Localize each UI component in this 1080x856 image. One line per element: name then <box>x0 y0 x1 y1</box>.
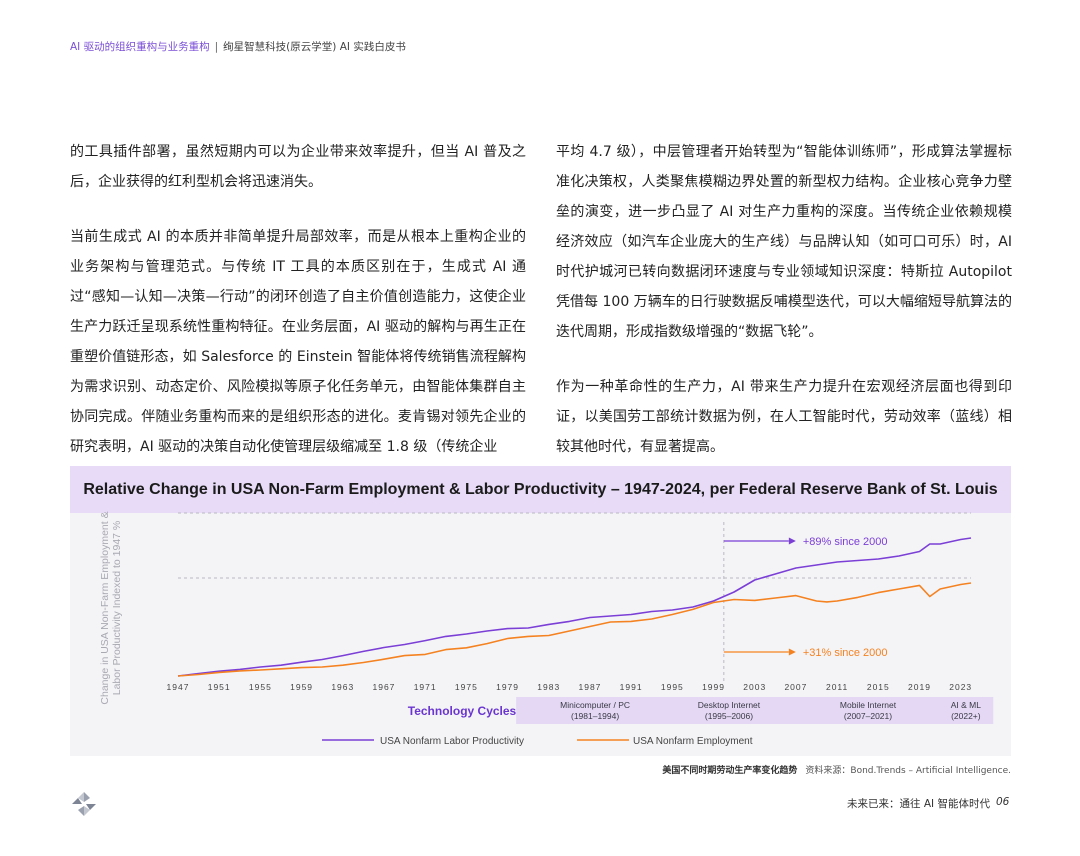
cycle-range-2: (1995–2006) <box>705 711 753 721</box>
y-axis-label-line-1: Change in USA Non-Farm Employment & <box>99 511 111 704</box>
x-tick-label-1999: 1999 <box>702 682 725 692</box>
page-number: 06 <box>996 796 1010 808</box>
x-tick-label-2011: 2011 <box>826 682 848 692</box>
x-tick-label-1971: 1971 <box>414 682 437 692</box>
header-separator: | <box>214 41 219 53</box>
annotation-label-2: +31% since 2000 <box>803 647 888 659</box>
line-chart: +89% since 2000 +31% since 2000 1947 1951 19… <box>99 511 994 747</box>
left-paragraph-2: 当前生成式 AI 的本质并非简单提升局部效率，而是从根本上重构企业的业务架构与管… <box>70 229 526 455</box>
legend-label-1: USA Nonfarm Labor Productivity <box>380 736 524 747</box>
pinwheel-logo-icon <box>72 792 96 816</box>
x-tick-label-2015: 2015 <box>867 682 890 692</box>
y-axis-label: Change in USA Non-Farm Employment & Labor… <box>99 511 123 704</box>
technology-cycles-label: Technology Cycles <box>408 704 517 718</box>
header-document-title: 绚星智慧科技(原云学堂) AI 实践白皮书 <box>223 41 406 53</box>
annotation-label-1: +89% since 2000 <box>803 536 888 548</box>
annotation-arrowhead-2 <box>788 648 796 656</box>
cycle-name-4: AI & ML <box>951 700 982 710</box>
annotation-arrowhead-1 <box>788 537 796 545</box>
cycle-range-4: (2022+) <box>951 711 981 721</box>
y-axis-label-line-2: Labor Productivity Indexed to 1947 % <box>111 521 123 696</box>
x-tick-label-1995: 1995 <box>661 682 684 692</box>
cycle-name-1: Minicomputer / PC <box>560 700 630 710</box>
x-tick-label-1987: 1987 <box>578 682 601 692</box>
x-tick-label-2019: 2019 <box>908 682 931 692</box>
x-tick-label-1991: 1991 <box>620 682 643 692</box>
x-tick-label-2023: 2023 <box>949 682 972 692</box>
x-tick-label-1947: 1947 <box>167 682 190 692</box>
x-tick-label-1979: 1979 <box>496 682 519 692</box>
right-text-column: 平均 4.7 级），中层管理者开始转型为“智能体训练师”，形成算法掌握标准化决策… <box>556 137 1012 487</box>
x-tick-label-1955: 1955 <box>249 682 272 692</box>
caption-source: 资料来源：Bond.Trends – Artificial Intelligen… <box>805 766 1011 776</box>
cycle-name-3: Mobile Internet <box>840 700 897 710</box>
x-tick-label-1951: 1951 <box>208 682 231 692</box>
series-line-employment <box>177 582 972 677</box>
left-text-column: 的工具插件部署，虽然短期内可以为企业带来效率提升，但当 AI 普及之后，企业获得… <box>70 137 526 487</box>
x-tick-label-1963: 1963 <box>331 682 354 692</box>
x-tick-label-1967: 1967 <box>373 682 396 692</box>
x-tick-label-2007: 2007 <box>784 682 807 692</box>
x-tick-label-1983: 1983 <box>537 682 560 692</box>
left-paragraph-1: 的工具插件部署，虽然短期内可以为企业带来效率提升，但当 AI 普及之后，企业获得… <box>70 144 526 190</box>
header-section-title: AI 驱动的组织重构与业务重构 <box>70 41 210 53</box>
x-tick-label-1975: 1975 <box>455 682 478 692</box>
cycle-name-2: Desktop Internet <box>698 700 761 710</box>
x-tick-label-1959: 1959 <box>290 682 313 692</box>
figure-caption: 美国不同时期劳动生产率变化趋势 资料来源：Bond.Trends – Artifi… <box>460 763 1011 776</box>
legend-label-2: USA Nonfarm Employment <box>633 736 753 747</box>
running-header: AI 驱动的组织重构与业务重构 | 绚星智慧科技(原云学堂) AI 实践白皮书 <box>70 39 406 54</box>
cycle-range-1: (1981–1994) <box>571 711 619 721</box>
footer-title: 未来已来：通往 AI 智能体时代 <box>847 798 990 810</box>
x-tick-label-2003: 2003 <box>743 682 766 692</box>
cycle-range-3: (2007–2021) <box>844 711 892 721</box>
right-paragraph-1: 平均 4.7 级），中层管理者开始转型为“智能体训练师”，形成算法掌握标准化决策… <box>556 144 1012 340</box>
productivity-chart-figure: Relative Change in USA Non-Farm Employme… <box>70 466 1011 756</box>
caption-title: 美国不同时期劳动生产率变化趋势 <box>662 766 798 776</box>
right-paragraph-2: 作为一种革命性的生产力，AI 带来生产力提升在宏观经济层面也得到印证，以美国劳工… <box>556 379 1012 455</box>
